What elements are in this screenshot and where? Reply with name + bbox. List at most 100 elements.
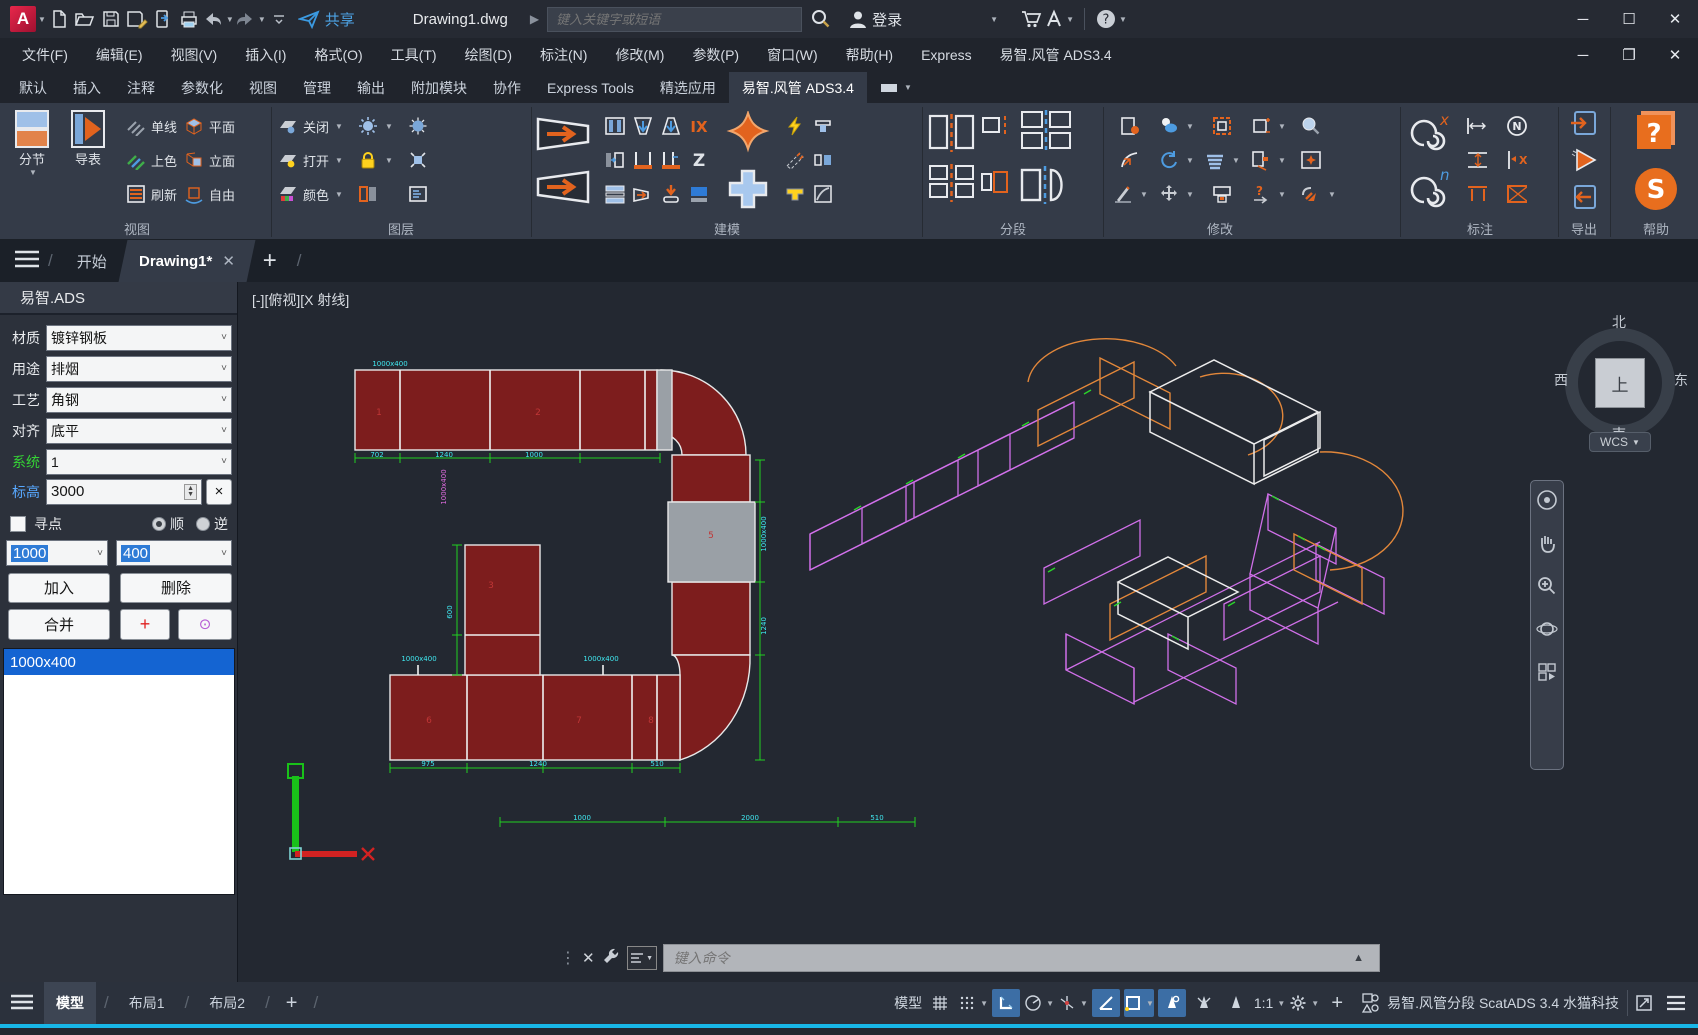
cross-fitting-button[interactable]: [725, 168, 771, 217]
command-drag-handle[interactable]: ⋮: [560, 948, 576, 968]
curve-duct-button[interactable]: [809, 177, 837, 211]
viewcube-north[interactable]: 北: [1612, 312, 1626, 332]
menu-edit[interactable]: 编辑(E): [82, 38, 157, 72]
isometric-draft-button[interactable]: [1092, 989, 1120, 1017]
redo-button[interactable]: ▼: [234, 4, 266, 34]
model-space-button[interactable]: 模型: [894, 989, 922, 1017]
tee-up-button[interactable]: [632, 149, 654, 171]
drawing-canvas[interactable]: [-][俯视][X 射线]: [238, 282, 1698, 982]
erase-button[interactable]: [1116, 109, 1144, 143]
maximize-button[interactable]: ☐: [1606, 0, 1652, 38]
isolate-objects-button[interactable]: +: [1323, 989, 1351, 1017]
burst-button[interactable]: [1297, 143, 1339, 177]
layout1-tab[interactable]: 布局1: [117, 982, 177, 1024]
dim-spiral-x-button[interactable]: x: [1404, 111, 1452, 160]
minimize-button[interactable]: ─: [1560, 0, 1606, 38]
layout2-tab[interactable]: 布局2: [197, 982, 257, 1024]
layer-freeze-button[interactable]: ▼: [354, 109, 396, 143]
object-snap-tracking-button[interactable]: ▼: [1058, 989, 1088, 1017]
zoom-icon[interactable]: [1536, 575, 1558, 602]
export-import-button[interactable]: [1569, 183, 1599, 216]
size-listbox[interactable]: 1000x400: [3, 648, 235, 895]
panel-blue-button[interactable]: [688, 183, 710, 205]
layer-on-button[interactable]: 打开▼: [274, 143, 346, 177]
pan-hand-icon[interactable]: [1536, 532, 1558, 559]
layers-flat-button[interactable]: [604, 183, 626, 205]
store-cart-icon[interactable]: [1018, 4, 1044, 34]
ortho-mode-button[interactable]: [992, 989, 1020, 1017]
align-select[interactable]: 底平˅: [46, 418, 232, 444]
command-recent-icon[interactable]: ▼: [627, 946, 657, 970]
add-button[interactable]: 加入: [8, 573, 110, 603]
drop-button[interactable]: [660, 183, 682, 205]
ribbon-tab-featured[interactable]: 精选应用: [647, 72, 729, 103]
polar-tracking-button[interactable]: ▼: [1024, 989, 1054, 1017]
login-button[interactable]: 登录: [848, 4, 902, 34]
command-wrench-icon[interactable]: [601, 946, 621, 971]
viewcube-west[interactable]: 西: [1554, 370, 1568, 390]
ribbon-tab-output[interactable]: 输出: [344, 72, 398, 103]
menu-tools[interactable]: 工具(T): [377, 38, 451, 72]
customize-status-button[interactable]: [1662, 989, 1690, 1017]
arc-edit-button[interactable]: [1116, 143, 1144, 177]
menu-dimension[interactable]: 标注(N): [526, 38, 601, 72]
fitting-star-button[interactable]: [725, 111, 771, 160]
z-duct-button[interactable]: Z: [688, 149, 710, 171]
dim-coord-button[interactable]: X: [1505, 149, 1527, 171]
plan-view-button[interactable]: 平面: [180, 109, 238, 143]
dim-linear-button[interactable]: [1465, 115, 1487, 137]
zoom-check-button[interactable]: [1297, 109, 1339, 143]
print-button[interactable]: [176, 4, 202, 34]
layer-lock-button[interactable]: ▼: [354, 143, 396, 177]
elevation-view-button[interactable]: 立面: [180, 143, 238, 177]
craft-select[interactable]: 角钢˅: [46, 387, 232, 413]
reducer-up-button[interactable]: [660, 115, 682, 137]
layer-off-button[interactable]: 关闭▼: [274, 109, 346, 143]
dim-spiral-n-button[interactable]: n: [1404, 164, 1452, 213]
system-select[interactable]: 1˅: [46, 449, 232, 475]
menu-file[interactable]: 文件(F): [8, 38, 82, 72]
dim-box-button[interactable]: [1505, 183, 1527, 205]
tab-drawing1[interactable]: Drawing1*✕: [118, 240, 255, 282]
fullscreen-button[interactable]: [1630, 989, 1658, 1017]
dim-width-button[interactable]: [1465, 183, 1487, 205]
save-as-button[interactable]: [124, 4, 150, 34]
ribbon-tab-annotate[interactable]: 注释: [114, 72, 168, 103]
split-section-button[interactable]: 分节 ▼: [6, 109, 58, 177]
hood-button[interactable]: [809, 109, 837, 143]
layout-menu-icon[interactable]: [10, 994, 34, 1013]
menu-window[interactable]: 窗口(W): [753, 38, 832, 72]
elevation-input[interactable]: 3000 ▲▼: [46, 479, 202, 505]
menu-format[interactable]: 格式(O): [300, 38, 376, 72]
dim-number-button[interactable]: N: [1505, 115, 1527, 137]
tab-close-icon[interactable]: ✕: [222, 252, 235, 270]
viewport-expand-button[interactable]: [404, 143, 432, 177]
login-menu-caret[interactable]: ▼: [980, 4, 1006, 34]
search-expand-arrow[interactable]: ▶: [530, 12, 539, 26]
dim-elevation-button[interactable]: [1465, 149, 1487, 171]
height-select[interactable]: 400˅: [116, 540, 232, 566]
navigation-wheel-icon[interactable]: [1536, 489, 1558, 516]
ribbon-tab-view[interactable]: 视图: [236, 72, 290, 103]
wcs-button[interactable]: WCS▼: [1589, 432, 1651, 452]
duct-draw2-button[interactable]: [535, 166, 591, 213]
ribbon-tab-yizhi-duct[interactable]: 易智.风管 ADS3.4: [729, 72, 867, 103]
save-button[interactable]: [98, 4, 124, 34]
export-table-button[interactable]: 导表: [62, 109, 114, 168]
duct-draw-button[interactable]: [535, 113, 591, 160]
menu-insert[interactable]: 插入(I): [231, 38, 300, 72]
ribbon-tab-express-tools[interactable]: Express Tools: [534, 72, 647, 103]
tee-offset-button[interactable]: [660, 149, 682, 171]
settings-gear-button[interactable]: ▼: [1289, 989, 1319, 1017]
segment-offset-button[interactable]: [980, 164, 1010, 205]
doc-minimize-button[interactable]: ─: [1560, 38, 1606, 72]
menu-view[interactable]: 视图(V): [157, 38, 232, 72]
app-logo[interactable]: A ▼: [10, 4, 46, 34]
flip-duct-button[interactable]: [809, 143, 837, 177]
open-file-button[interactable]: [72, 4, 98, 34]
command-history-toggle[interactable]: ▲: [1353, 952, 1364, 964]
menu-parametric[interactable]: 参数(P): [678, 38, 753, 72]
rotate-button[interactable]: ▼: [1155, 143, 1197, 177]
cw-radio[interactable]: 顺: [152, 514, 184, 534]
usage-select[interactable]: 排烟˅: [46, 356, 232, 382]
